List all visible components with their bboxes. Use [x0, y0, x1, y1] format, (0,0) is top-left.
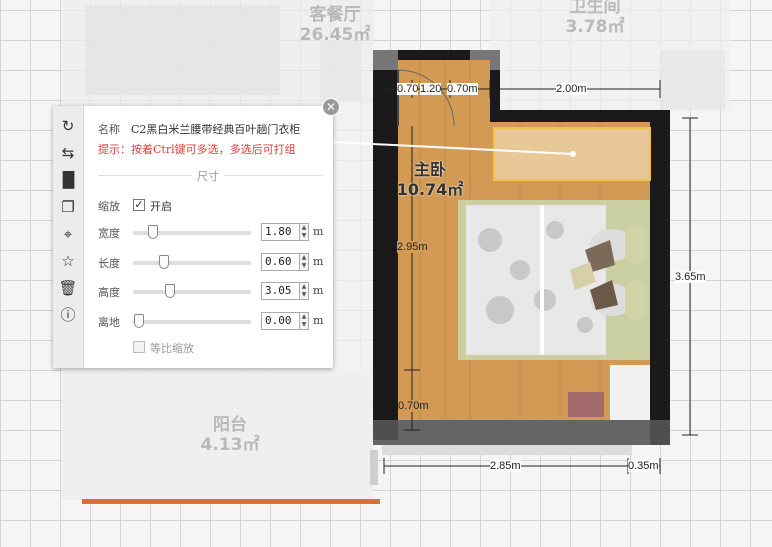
elevation-slider[interactable]	[133, 320, 251, 324]
scale-checkbox[interactable]: ✓	[133, 199, 145, 211]
close-icon[interactable]: ✕	[322, 98, 340, 116]
balcony-area-value: 4.13㎡	[200, 435, 260, 455]
name-value: C2黑白米兰腰带经典百叶趟门衣柜	[131, 123, 301, 136]
bedroom-label: 主卧 10.74㎡	[385, 160, 475, 200]
dim-label: 2.00m	[556, 83, 587, 95]
elevation-stepper[interactable]: ▲ ▼	[299, 312, 309, 330]
living-room-label: 客餐厅 26.45㎡	[290, 5, 380, 45]
info-icon[interactable]: ⓘ	[57, 305, 79, 325]
field-label: 离地	[98, 316, 120, 329]
field-label: 长度	[98, 257, 120, 270]
proportional-label: 等比缩放	[150, 342, 194, 355]
bedroom-area-value: 10.74㎡	[396, 180, 464, 199]
elevation-slider-thumb[interactable]	[134, 314, 144, 328]
balcony-edge	[82, 499, 380, 504]
proportional-checkbox[interactable]	[133, 341, 145, 353]
dim-label: 0.70	[397, 83, 419, 95]
wall-right	[650, 110, 670, 445]
properties-panel: ↻ ⇆ ▐▌ ❐ ⌖ ☆ 🗑 ⓘ 名称 C2黑白米兰腰带经典百叶趟门衣柜 提示：…	[53, 106, 333, 368]
height-stepper[interactable]: ▲ ▼	[299, 282, 309, 300]
wall-bottom	[373, 420, 670, 445]
scale-toggle-label: 开启	[150, 200, 172, 213]
living-room-name: 客餐厅	[309, 5, 361, 25]
dim-label: 0.70m	[447, 83, 478, 95]
balcony-label: 阳台 4.13㎡	[185, 415, 275, 455]
height-unit: m	[313, 284, 324, 297]
split-icon[interactable]: ▐▌	[57, 170, 80, 190]
elevation-input[interactable]: 0.00	[261, 312, 301, 330]
bedroom-name: 主卧	[413, 160, 446, 179]
width-input[interactable]: 1.80	[261, 223, 301, 241]
length-slider-thumb[interactable]	[159, 255, 169, 269]
bath-label: 卫生间 3.78㎡	[550, 0, 640, 37]
copy-icon[interactable]: ❐	[57, 197, 79, 217]
length-stepper[interactable]: ▲ ▼	[299, 253, 309, 271]
height-slider-thumb[interactable]	[165, 284, 175, 298]
dim-label: 0.70m	[398, 400, 429, 412]
bath-area-value: 3.78㎡	[565, 17, 625, 37]
elevation-unit: m	[313, 314, 324, 327]
snap-icon[interactable]: ⌖	[57, 224, 79, 244]
dim-label: 2.95m	[397, 241, 428, 253]
bath-name: 卫生间	[569, 0, 621, 17]
delete-icon[interactable]: 🗑	[57, 278, 79, 298]
swap-icon[interactable]: ⇆	[57, 143, 79, 163]
section-title: 尺寸	[191, 168, 225, 184]
hint-text: 提示：按着Ctrl键可多选，多选后可打组	[98, 143, 296, 156]
balcony-name: 阳台	[213, 415, 247, 435]
rotate-icon[interactable]: ↻	[57, 116, 79, 136]
field-label: 宽度	[98, 227, 120, 240]
favorite-icon[interactable]: ☆	[57, 251, 79, 271]
length-unit: m	[313, 255, 324, 268]
length-input[interactable]: 0.60	[261, 253, 301, 271]
panel-toolbar: ↻ ⇆ ▐▌ ❐ ⌖ ☆ 🗑 ⓘ	[53, 106, 84, 368]
height-slider[interactable]	[133, 290, 251, 294]
height-input[interactable]: 3.05	[261, 282, 301, 300]
dim-label: 2.85m	[490, 460, 521, 472]
dim-label: 3.65m	[675, 271, 706, 283]
width-slider-thumb[interactable]	[148, 225, 158, 239]
name-label: 名称	[98, 123, 120, 136]
dim-label: 0.35m	[628, 460, 659, 472]
width-stepper[interactable]: ▲ ▼	[299, 223, 309, 241]
rug	[568, 392, 604, 417]
field-label: 高度	[98, 286, 120, 299]
living-room-area-value: 26.45㎡	[299, 25, 371, 45]
dim-label: 1.20	[420, 83, 442, 95]
scale-label: 缩放	[98, 200, 120, 213]
length-slider[interactable]	[133, 261, 251, 265]
width-unit: m	[313, 225, 324, 238]
